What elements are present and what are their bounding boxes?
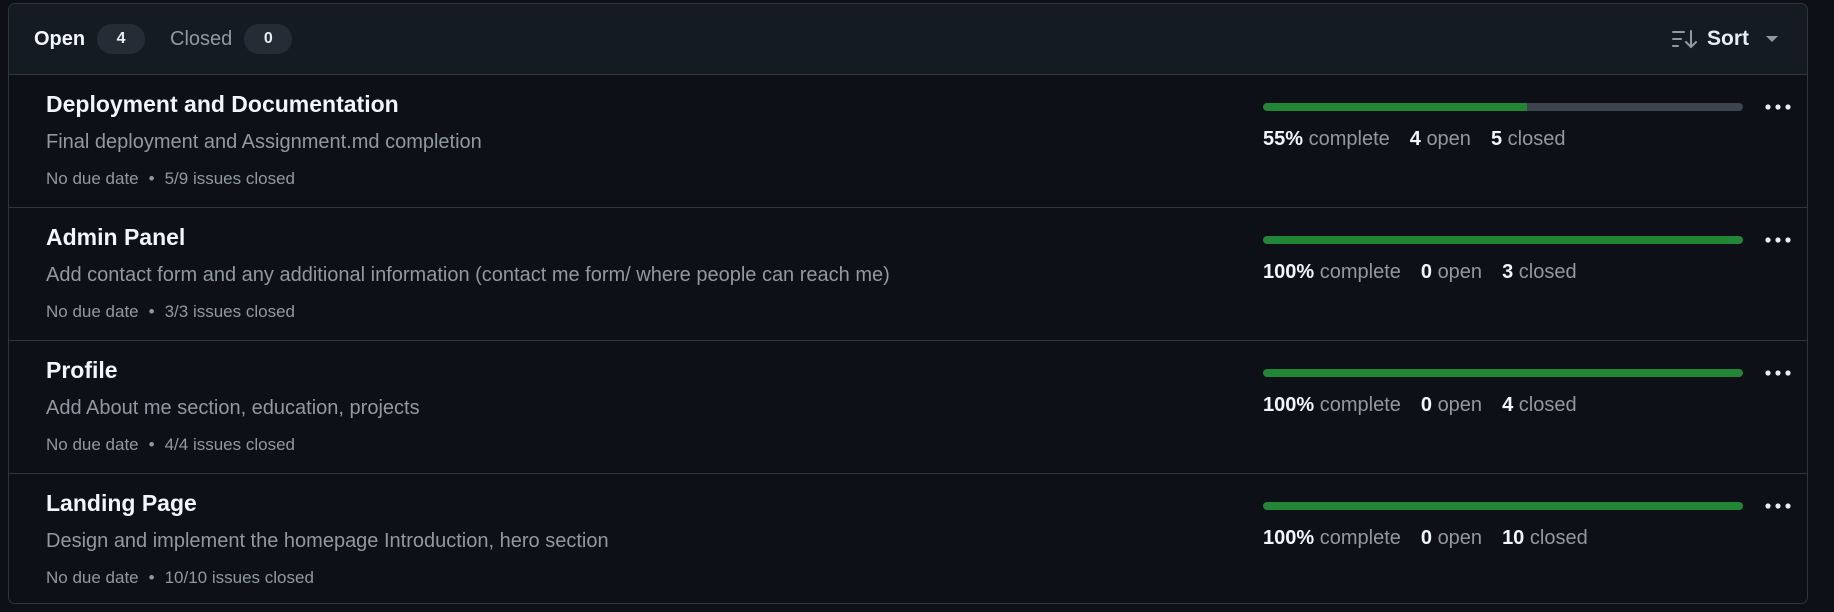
milestone-row: Deployment and Documentation Final deplo…: [9, 75, 1807, 208]
milestone-title[interactable]: Deployment and Documentation: [46, 91, 399, 118]
tab-open-label: Open: [34, 27, 86, 50]
milestone-title[interactable]: Landing Page: [46, 490, 197, 517]
issues-closed-summary: 5/9 issues closed: [164, 169, 295, 188]
progress-bar: [1263, 103, 1743, 111]
milestone-row: Admin Panel Add contact form and any add…: [9, 208, 1807, 341]
milestone-title[interactable]: Profile: [46, 357, 118, 384]
tab-open[interactable]: Open 4: [34, 4, 146, 74]
percent-complete: 100% complete: [1263, 261, 1401, 283]
milestone-meta: No due date • 5/9 issues closed: [46, 169, 295, 189]
percent-complete: 100% complete: [1263, 527, 1401, 549]
open-count-badge: 4: [97, 24, 146, 54]
percent-complete: 55% complete: [1263, 128, 1390, 150]
milestone-description: Add About me section, education, project…: [46, 397, 420, 419]
milestone-title[interactable]: Admin Panel: [46, 224, 185, 251]
milestones-panel: Open 4 Closed 0 Sort Deployment and Docu…: [8, 3, 1808, 604]
milestone-stats: 55% complete 4 open 5 closed: [1263, 128, 1585, 151]
meta-separator: •: [148, 169, 155, 188]
tab-closed-label: Closed: [170, 27, 233, 50]
kebab-menu-icon[interactable]: [1762, 363, 1794, 383]
due-date: No due date: [46, 302, 139, 321]
open-issues-count: 0 open: [1420, 527, 1483, 549]
due-date: No due date: [46, 435, 139, 454]
progress-fill: [1263, 236, 1743, 244]
milestone-stats: 100% complete 0 open 10 closed: [1263, 527, 1608, 550]
milestone-list: Deployment and Documentation Final deplo…: [9, 75, 1807, 603]
chevron-down-icon: [1766, 36, 1778, 42]
milestone-row: Landing Page Design and implement the ho…: [9, 474, 1807, 603]
progress-bar: [1263, 236, 1743, 244]
milestone-row: Profile Add About me section, education,…: [9, 341, 1807, 474]
due-date: No due date: [46, 568, 139, 587]
kebab-menu-icon[interactable]: [1762, 97, 1794, 117]
progress-bar: [1263, 502, 1743, 510]
closed-issues-count: 10 closed: [1502, 527, 1588, 549]
milestone-description: Design and implement the homepage Introd…: [46, 530, 609, 552]
percent-complete: 100% complete: [1263, 394, 1401, 416]
progress-fill: [1263, 369, 1743, 377]
meta-separator: •: [148, 302, 155, 321]
issues-closed-summary: 3/3 issues closed: [164, 302, 295, 321]
closed-count-badge: 0: [244, 24, 293, 54]
kebab-menu-icon[interactable]: [1762, 230, 1794, 250]
open-issues-count: 4 open: [1409, 128, 1471, 150]
issues-closed-summary: 4/4 issues closed: [164, 435, 295, 454]
milestone-meta: No due date • 4/4 issues closed: [46, 435, 295, 455]
milestone-stats: 100% complete 0 open 4 closed: [1263, 394, 1597, 417]
closed-issues-count: 4 closed: [1502, 394, 1577, 416]
sort-label: Sort: [1707, 27, 1749, 50]
milestone-meta: No due date • 3/3 issues closed: [46, 302, 295, 322]
progress-fill: [1263, 103, 1527, 111]
milestone-description: Final deployment and Assignment.md compl…: [46, 131, 482, 153]
due-date: No due date: [46, 169, 139, 188]
closed-issues-count: 5 closed: [1490, 128, 1566, 150]
open-issues-count: 0 open: [1420, 394, 1483, 416]
sort-button[interactable]: Sort: [1671, 4, 1779, 74]
progress-fill: [1263, 502, 1743, 510]
tab-closed[interactable]: Closed 0: [170, 4, 293, 74]
progress-bar: [1263, 369, 1743, 377]
open-issues-count: 0 open: [1420, 261, 1483, 283]
meta-separator: •: [148, 568, 155, 587]
milestone-description: Add contact form and any additional info…: [46, 264, 890, 286]
closed-issues-count: 3 closed: [1502, 261, 1577, 283]
issues-closed-summary: 10/10 issues closed: [164, 568, 314, 587]
milestone-stats: 100% complete 0 open 3 closed: [1263, 261, 1597, 284]
milestones-header: Open 4 Closed 0 Sort: [9, 4, 1807, 75]
meta-separator: •: [148, 435, 155, 454]
milestone-meta: No due date • 10/10 issues closed: [46, 568, 314, 588]
sort-icon: [1672, 30, 1697, 49]
kebab-menu-icon[interactable]: [1762, 496, 1794, 516]
